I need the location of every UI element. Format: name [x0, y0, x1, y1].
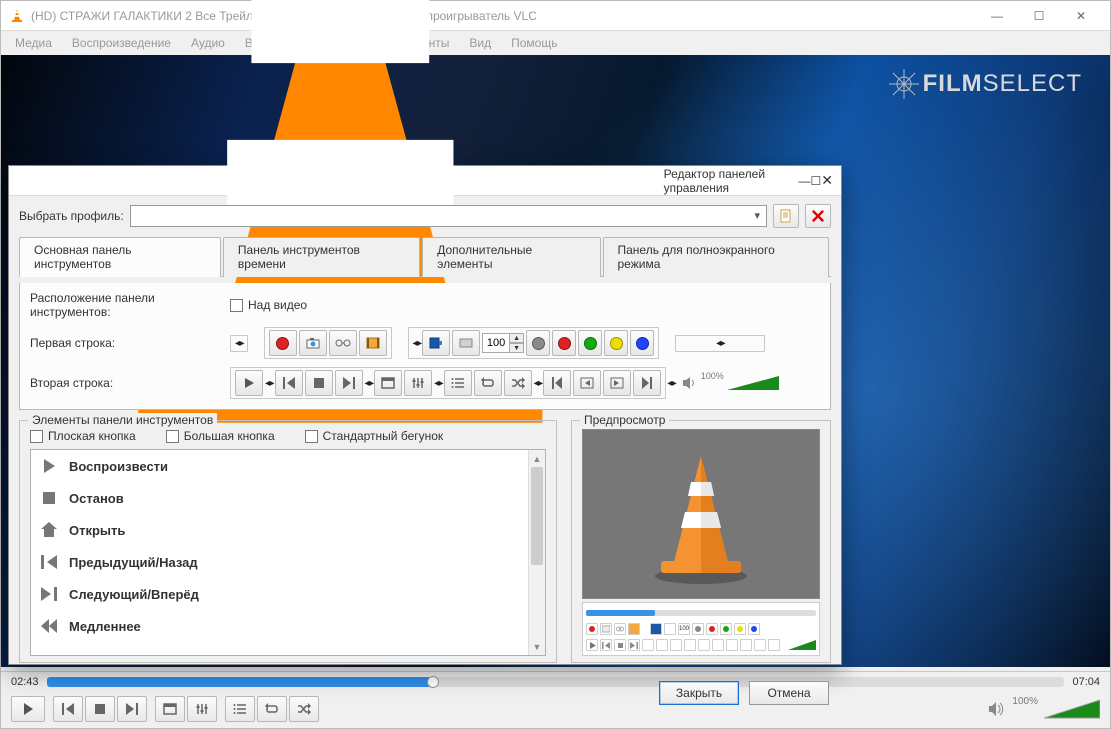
skip-fwd-button[interactable] [633, 370, 661, 396]
flat-button-label: Плоская кнопка [48, 429, 136, 443]
filmselect-watermark: FILMSELECT [889, 69, 1082, 99]
preview-mini-controls: 100 [582, 602, 820, 656]
toolbar-editor-dialog: Редактор панелей управления — ☐ ✕ Выбрат… [8, 165, 842, 665]
tab-panel-main: Расположение панели инструментов: Над ви… [19, 283, 831, 410]
snapshot-button[interactable] [299, 330, 327, 356]
maximize-button[interactable]: ☐ [1018, 3, 1060, 29]
star-icon [889, 69, 919, 99]
expand-icon[interactable]: ◂•▸ [413, 338, 421, 349]
record-button[interactable] [269, 330, 297, 356]
location-label: Расположение панели инструментов: [30, 291, 220, 319]
vlc-cone-large-icon [641, 446, 761, 586]
speed-input[interactable] [482, 333, 510, 353]
delete-profile-button[interactable] [805, 204, 831, 228]
dot-blue[interactable] [630, 330, 654, 356]
expand-icon[interactable]: ◂•▸ [235, 338, 243, 349]
elements-list[interactable]: Воспроизвести Останов Открыть Предыдущий… [30, 449, 546, 656]
dialog-titlebar[interactable]: Редактор панелей управления — ☐ ✕ [9, 166, 841, 196]
expand-icon[interactable]: ◂•▸ [667, 378, 675, 389]
next-button[interactable] [335, 370, 363, 396]
profile-label: Выбрать профиль: [19, 209, 124, 223]
std-slider-checkbox[interactable]: Стандартный бегунок [305, 429, 444, 443]
row2-toolbar[interactable]: ◂•▸ ◂•▸ ◂•▸ ◂•▸ [230, 367, 820, 399]
tab-time-toolbar[interactable]: Панель инструментов времени [223, 237, 420, 277]
std-slider-label: Стандартный бегунок [323, 429, 444, 443]
dot-red[interactable] [552, 330, 576, 356]
list-item: Останов [31, 482, 545, 514]
speaker-icon[interactable] [988, 701, 1006, 717]
frame-button[interactable] [359, 330, 387, 356]
list-item: Предыдущий/Назад [31, 546, 545, 578]
row1-toolbar[interactable]: ◂•▸ ◂•▸ ▲▼ [230, 327, 820, 359]
spin-up[interactable]: ▲ [510, 333, 524, 343]
row2-volume-slider[interactable] [727, 374, 779, 392]
tab-advanced[interactable]: Дополнительные элементы [422, 237, 600, 277]
scroll-up[interactable]: ▲ [529, 450, 545, 467]
watermark-select: SELECT [983, 70, 1082, 97]
big-button-label: Большая кнопка [184, 429, 275, 443]
tele-wide-button[interactable] [422, 330, 450, 356]
dialog-minimize-button[interactable]: — [799, 174, 811, 188]
prev-button[interactable] [275, 370, 303, 396]
dot-gray[interactable] [526, 330, 550, 356]
dialog-close-button[interactable]: ✕ [821, 172, 833, 189]
expand-icon[interactable]: ◂•▸ [265, 378, 273, 389]
elements-legend: Элементы панели инструментов [28, 413, 217, 427]
dot-green[interactable] [578, 330, 602, 356]
preview-group: Предпросмотр [571, 420, 831, 663]
volume-slider[interactable] [1044, 698, 1100, 720]
expand-icon[interactable]: ◂•▸ [434, 378, 442, 389]
skip-back-button[interactable] [543, 370, 571, 396]
random-button[interactable] [504, 370, 532, 396]
cancel-button[interactable]: Отмена [749, 681, 829, 705]
dialog-tabs: Основная панель инструментов Панель инст… [19, 236, 831, 277]
toolbar-elements-group: Элементы панели инструментов Плоская кно… [19, 420, 557, 663]
fullscreen-button[interactable] [374, 370, 402, 396]
playlist-button[interactable] [444, 370, 472, 396]
list-item: Воспроизвести [31, 450, 545, 482]
elements-scrollbar[interactable]: ▲▼ [528, 450, 545, 655]
watermark-film: FILM [923, 70, 983, 97]
tab-fullscreen[interactable]: Панель для полноэкранного режима [603, 237, 830, 277]
volume-percent: 100% [1012, 696, 1038, 707]
new-profile-button[interactable] [773, 204, 799, 228]
speaker-icon[interactable] [682, 376, 698, 390]
dot-yellow[interactable] [604, 330, 628, 356]
preview-canvas [582, 429, 820, 599]
above-video-checkbox[interactable]: Над видео [230, 298, 307, 312]
dialog-maximize-button[interactable]: ☐ [811, 174, 822, 188]
expand-icon[interactable]: ◂•▸ [716, 338, 724, 349]
scroll-down[interactable]: ▼ [529, 638, 545, 655]
spin-down[interactable]: ▼ [510, 343, 524, 353]
expand-icon[interactable]: ◂•▸ [365, 378, 373, 389]
stop-button[interactable] [305, 370, 333, 396]
big-button-checkbox[interactable]: Большая кнопка [166, 429, 275, 443]
flat-button-checkbox[interactable]: Плоская кнопка [30, 429, 136, 443]
preview-legend: Предпросмотр [580, 413, 669, 427]
step-fwd-button[interactable] [603, 370, 631, 396]
expand-icon[interactable]: ◂•▸ [534, 378, 542, 389]
row1-label: Первая строка: [30, 336, 220, 350]
row2-volume-percent: 100% [701, 371, 724, 381]
atob-loop-button[interactable] [329, 330, 357, 356]
above-video-label: Над видео [248, 298, 307, 312]
close-button[interactable]: ✕ [1060, 3, 1102, 29]
list-item: Открыть [31, 514, 545, 546]
aspect-button[interactable] [452, 330, 480, 356]
close-dialog-button[interactable]: Закрыть [659, 681, 739, 705]
tab-main-toolbar[interactable]: Основная панель инструментов [19, 237, 221, 277]
list-item: Следующий/Вперёд [31, 578, 545, 610]
dialog-title: Редактор панелей управления [664, 167, 799, 195]
list-item: Медленнее [31, 610, 545, 642]
loop-button[interactable] [474, 370, 502, 396]
profile-select[interactable] [130, 205, 767, 227]
minimize-button[interactable]: — [976, 3, 1018, 29]
step-back-button[interactable] [573, 370, 601, 396]
row2-label: Вторая строка: [30, 376, 220, 390]
time-total: 07:04 [1072, 676, 1100, 688]
ext-settings-button[interactable] [404, 370, 432, 396]
play-button[interactable] [235, 370, 263, 396]
speed-spinbox[interactable]: ▲▼ [482, 332, 524, 354]
